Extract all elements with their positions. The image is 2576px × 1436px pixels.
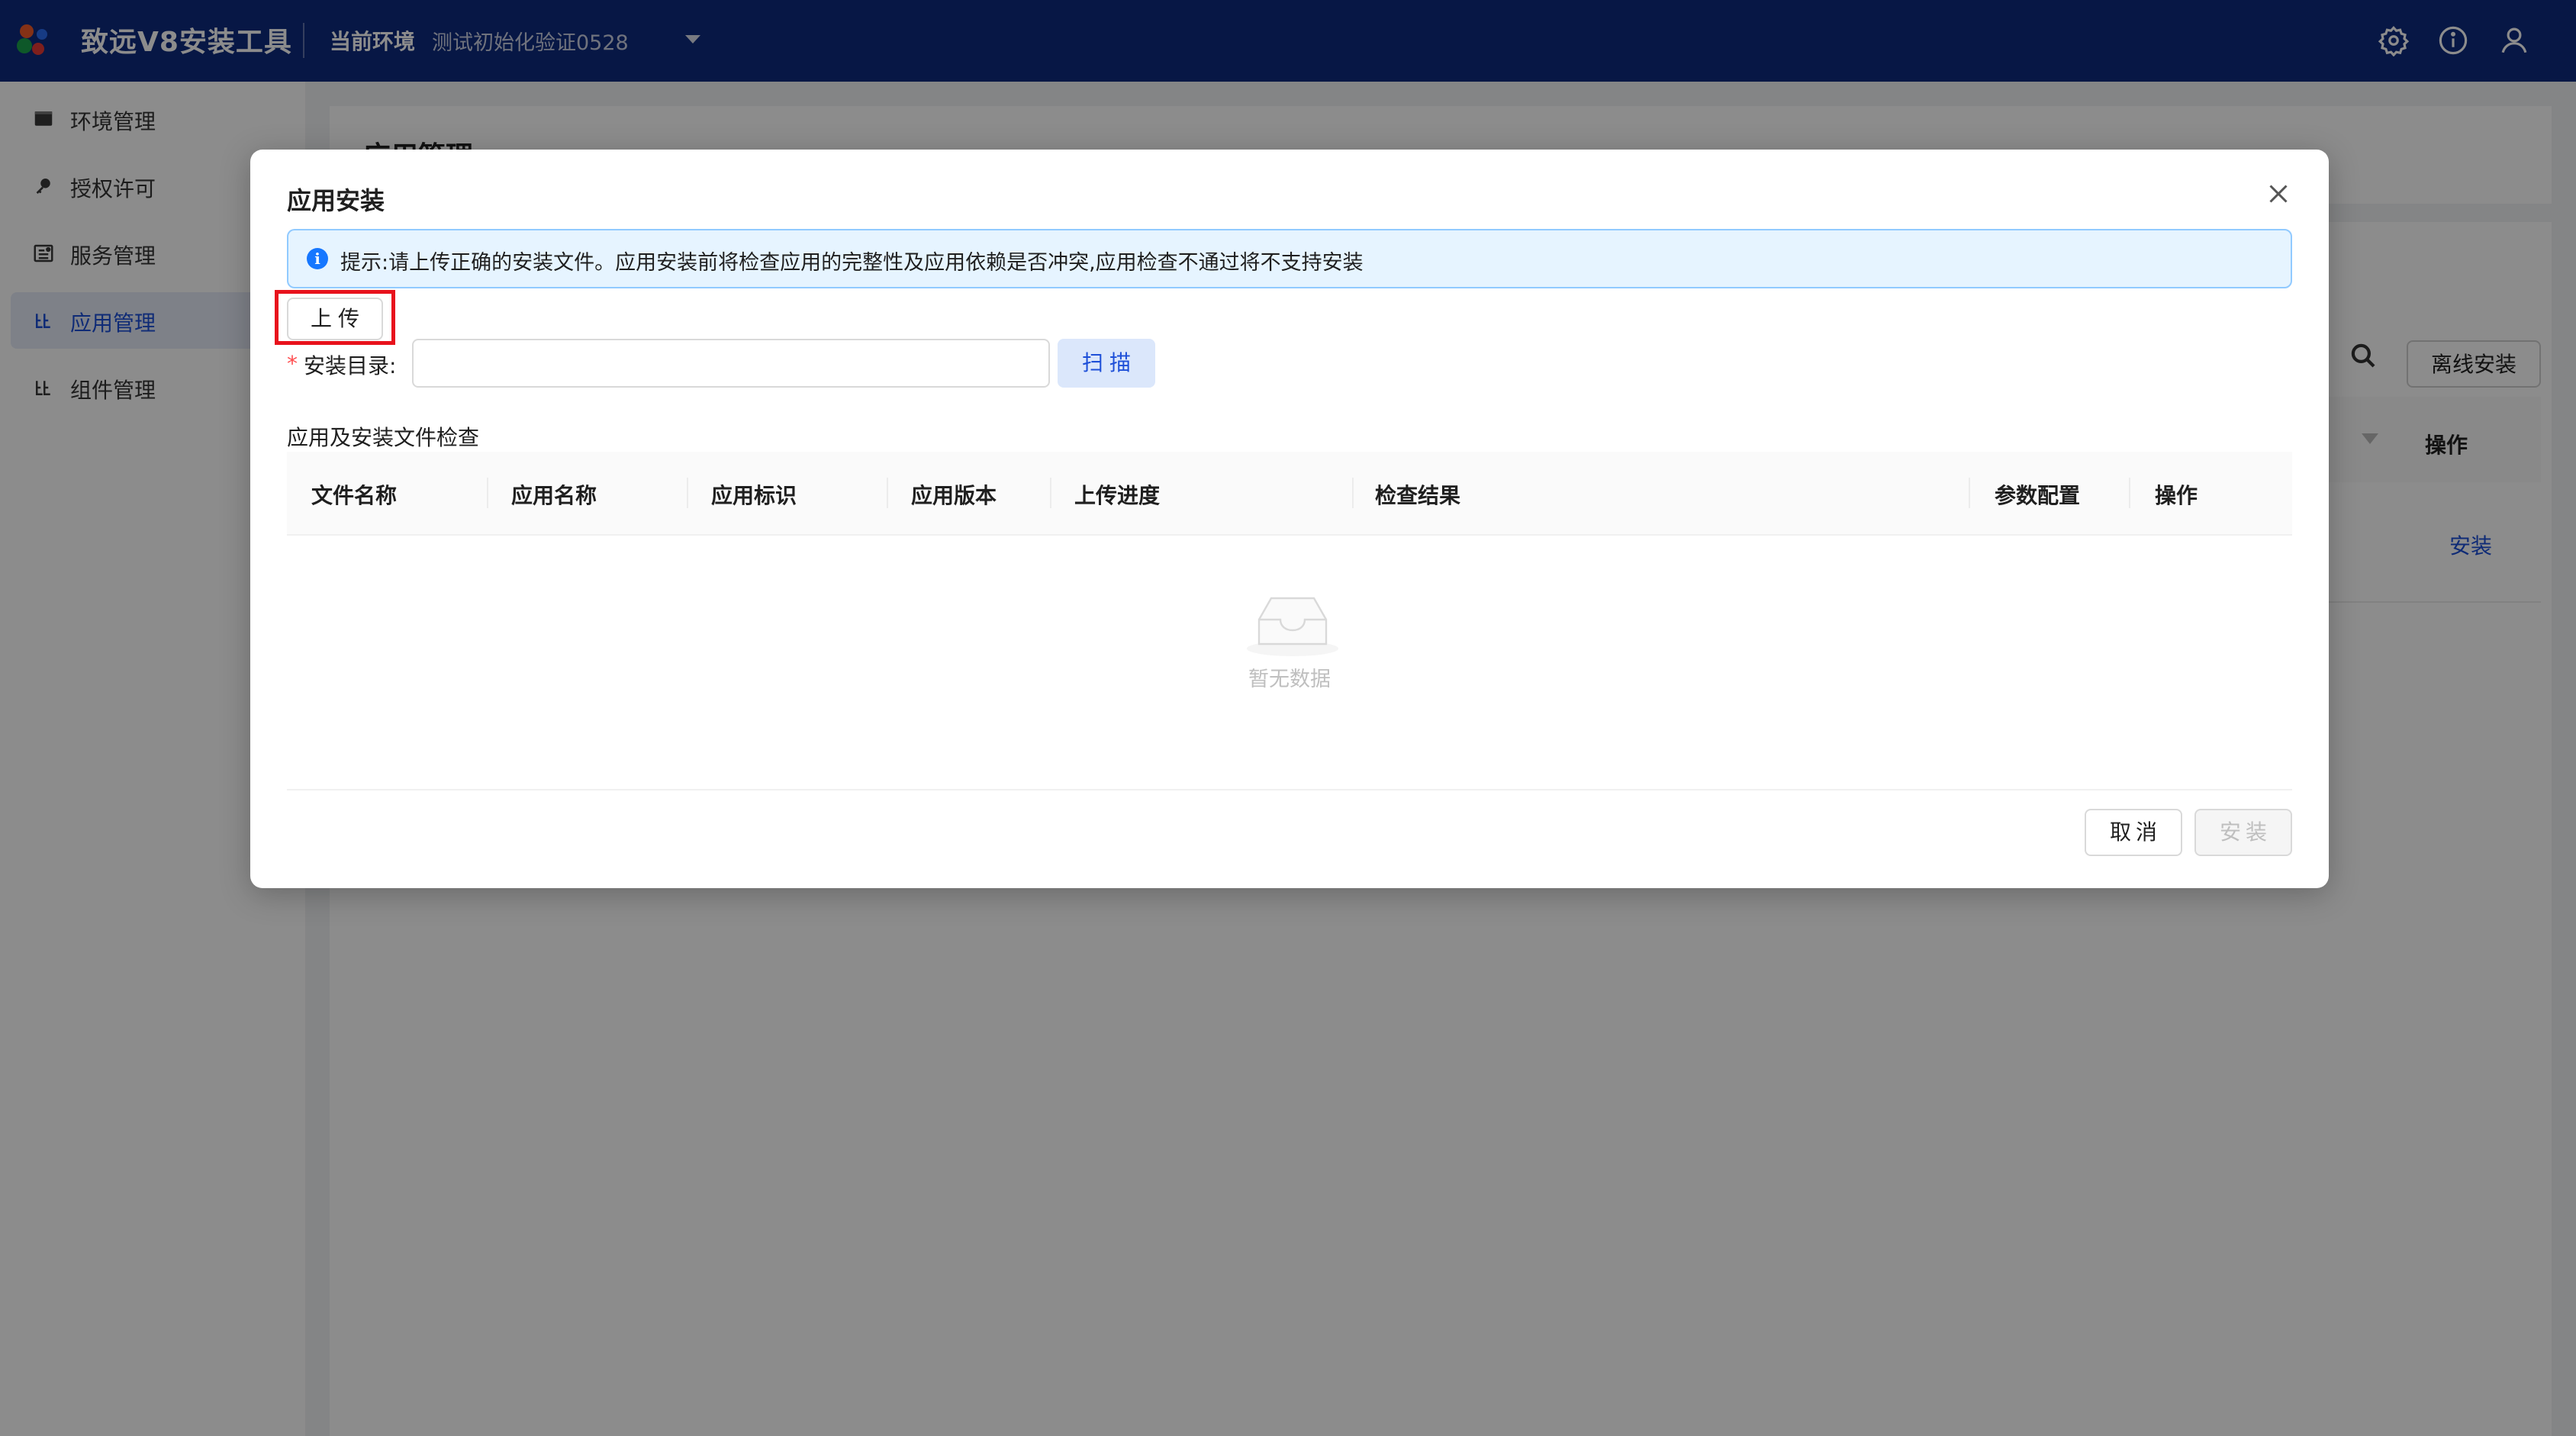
- alert-message: 提示:请上传正确的安装文件。应用安装前将检查应用的完整性及应用依赖是否冲突,应用…: [340, 251, 1364, 275]
- scan-button[interactable]: 扫描: [1058, 339, 1155, 388]
- column-header-app-version: 应用版本: [911, 483, 997, 508]
- empty-state: 暂无数据: [287, 589, 2292, 704]
- install-dir-input[interactable]: [412, 339, 1050, 388]
- info-circle-icon: i: [307, 248, 328, 269]
- app-install-dialog: 应用安装 i 提示:请上传正确的安装文件。应用安装前将检查应用的完整性及应用依赖…: [250, 150, 2329, 888]
- column-header-file-name: 文件名称: [311, 483, 398, 508]
- divider: [287, 789, 2292, 790]
- dialog-title: 应用安装: [287, 186, 385, 215]
- column-divider: [887, 478, 888, 508]
- empty-inbox-icon: [1247, 597, 1338, 656]
- section-title: 应用及安装文件检查: [287, 425, 480, 450]
- column-divider: [1352, 478, 1354, 508]
- column-divider: [687, 478, 688, 508]
- column-divider: [2129, 478, 2130, 508]
- close-icon[interactable]: [2265, 180, 2292, 208]
- upload-button[interactable]: 上传: [287, 298, 383, 340]
- column-divider: [1969, 478, 1970, 508]
- install-button[interactable]: 安装: [2194, 809, 2292, 856]
- column-divider: [487, 478, 488, 508]
- info-alert: i 提示:请上传正确的安装文件。应用安装前将检查应用的完整性及应用依赖是否冲突,…: [287, 229, 2292, 288]
- column-header-check-result: 检查结果: [1375, 483, 1461, 508]
- empty-text: 暂无数据: [1248, 668, 1331, 691]
- column-header-app-name: 应用名称: [511, 483, 597, 508]
- required-mark: *: [287, 351, 298, 376]
- column-header-param-config: 参数配置: [1995, 483, 2081, 508]
- column-divider: [1050, 478, 1051, 508]
- column-header-app-id: 应用标识: [711, 483, 797, 508]
- column-header-operation: 操作: [2155, 483, 2198, 508]
- cancel-button[interactable]: 取消: [2085, 809, 2182, 856]
- column-header-upload-progress: 上传进度: [1074, 483, 1161, 508]
- table-header: 文件名称 应用名称 应用标识 应用版本 上传进度 检查结果 参数配置 操作: [287, 452, 2292, 536]
- install-dir-label: 安装目录:: [304, 353, 397, 378]
